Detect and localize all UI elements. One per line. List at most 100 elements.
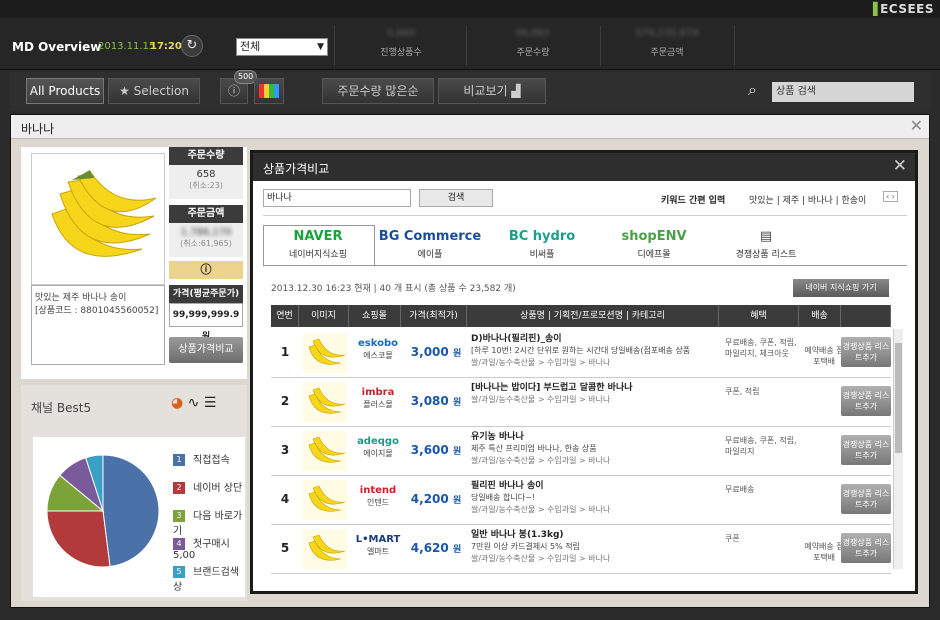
product-info[interactable]: 필리핀 바나나 송이 당일배송 합니다~! 쌀/과일/농수축산물 > 수입과일 > …	[471, 480, 719, 516]
price-cell: 4,200 원	[405, 492, 467, 506]
shop-logo: intend	[359, 485, 397, 496]
price-value: 3,080	[410, 394, 449, 408]
table-row[interactable]: 5 L•MART 엘마트 4,620 원 일반 바나나 봉(1.3kg) 7만원 이상 카…	[271, 525, 891, 574]
keyword-quick-list[interactable]: 맛있는 | 제주 | 바나나 | 한송이	[749, 193, 866, 206]
close-icon[interactable]: ✕	[893, 156, 907, 176]
refresh-button[interactable]: ↻	[181, 35, 203, 57]
brand-name: ECSEES	[880, 2, 934, 16]
panel-title: 바나나	[21, 122, 55, 136]
product-info[interactable]: [바나나는 밥이다] 부드럽고 달콤한 바나나 쌀/과일/농수축산물 > 수입과일…	[471, 382, 719, 406]
shop-logo: adeqgo	[357, 436, 399, 447]
search-input[interactable]: 상품 검색	[772, 82, 914, 102]
benefit-cell: 무료배송	[725, 485, 755, 494]
top-strip: ▐ ECSEES	[0, 0, 940, 18]
legend-swatch: 2	[173, 482, 185, 494]
legend-item: 2 네이버 상단	[173, 479, 242, 494]
naver-shopping-button[interactable]: 네이버 지식쇼핑 가기	[793, 279, 889, 297]
sort-button[interactable]: 주문수량 많은순	[322, 78, 434, 104]
pie-slice[interactable]	[46, 510, 111, 568]
price-cell: 4,620 원	[405, 541, 467, 555]
scope-select[interactable]: 전체 ▼	[236, 38, 328, 56]
tab-selection[interactable]: ★ Selection	[108, 78, 200, 104]
tab-shop-0[interactable]: NAVER 네이버지식쇼핑	[263, 227, 373, 265]
stat-order-qty: 96,881 주문수량	[515, 28, 551, 58]
shop-logo: shopENV	[621, 229, 687, 244]
product-thumbnail[interactable]	[303, 382, 347, 422]
stat-products: 5,660 진행상품수	[380, 28, 422, 58]
product-thumbnail[interactable]	[303, 480, 347, 520]
shop-logo: eskobo	[357, 338, 398, 349]
shop-logo: L•MART	[355, 534, 401, 545]
keyword-input[interactable]: 바나나	[263, 189, 411, 207]
product-thumbnail[interactable]	[303, 431, 347, 471]
bar-chart-icon: ▟	[511, 84, 521, 98]
price-compare-button[interactable]: 상품가격비교	[169, 337, 243, 363]
product-name: 일반 바나나 봉(1.3kg)	[471, 530, 564, 540]
warning-icon[interactable]: ⓘ	[169, 261, 243, 279]
product-description: 맛있는 제주 바나나 송이 [상품코드 : 8801045560052]	[31, 285, 165, 365]
product-name: 유기농 바나나	[471, 432, 524, 442]
legend-swatch: 4	[173, 538, 185, 550]
benefit-cell: 무료배송, 쿠폰, 적립, 마일리지, 체크아웃	[725, 338, 797, 358]
promo-text: 당일배송 합니다~!	[471, 493, 535, 502]
shop-name: 에스코몰	[363, 351, 393, 360]
best5-title: 채널 Best5	[31, 401, 92, 415]
add-competitor-button[interactable]: 경쟁상품 리스트추가	[841, 435, 891, 465]
shop-cell: intend 인텐드	[355, 484, 401, 508]
price-value: 3,000	[410, 345, 449, 359]
promo-text: 7만원 이상 카드결제시 5% 적립	[471, 542, 580, 551]
divider	[734, 26, 735, 66]
table-row[interactable]: 3 adeqgo 에이지몰 3,600 원 유기농 바나나 제주 특산 프리미엄 바나나,…	[271, 427, 891, 476]
category-path: 쌀/과일/농수축산물 > 수입과일 > 바나나	[471, 358, 611, 367]
category-path: 쌀/과일/농수축산물 > 수입과일 > 바나나	[471, 395, 611, 404]
tab-label: 네이버지식쇼핑	[289, 250, 347, 260]
scrollbar[interactable]	[893, 329, 903, 569]
price-value: 4,620	[410, 541, 449, 555]
shop-name: 엘마트	[366, 547, 390, 556]
avg-price-label: 가격(평균주문가)	[169, 285, 243, 303]
add-competitor-button[interactable]: 경쟁상품 리스트추가	[841, 533, 891, 563]
brand-logo: ▐ ECSEES	[868, 2, 934, 16]
scroll-thumb[interactable]	[895, 343, 902, 453]
banana-image	[308, 387, 346, 414]
product-info[interactable]: 유기농 바나나 제주 특산 프리미엄 바나나, 한송 상품 쌀/과일/농수축산물 >…	[471, 431, 719, 467]
product-info[interactable]: D)바나나(필리핀)_송이 [하루 10번! 2시간 단위로 원하는 시간대 당일…	[471, 333, 719, 369]
divider	[466, 26, 467, 66]
product-thumbnail[interactable]	[303, 529, 347, 569]
toolbar: All Products ★ Selection ⓘ 500 주문수량 많은순 …	[10, 70, 930, 110]
promo-text: 제주 특산 프리미엄 바나나, 한송 상품	[471, 444, 597, 453]
divider	[600, 26, 601, 66]
banana-image	[51, 170, 157, 257]
price-value: 3,600	[410, 443, 449, 457]
tab-shop-3[interactable]: shopENV 디에프몰	[599, 227, 709, 265]
pie-chart-icon[interactable]: ◕	[171, 395, 183, 411]
pie-slice[interactable]	[102, 454, 160, 568]
line-chart-icon[interactable]: ∿	[188, 395, 200, 411]
price-value: 4,200	[410, 492, 449, 506]
add-competitor-button[interactable]: 경쟁상품 리스트추가	[841, 484, 891, 514]
column-header: 가격(최적가)	[401, 305, 467, 327]
search-button[interactable]: 검색	[419, 189, 493, 207]
product-thumbnail[interactable]	[303, 333, 347, 373]
tab-shop-2[interactable]: BC hydro 비써플	[487, 227, 597, 265]
close-icon[interactable]: ✕	[910, 116, 923, 135]
tab-all-products[interactable]: All Products	[26, 78, 104, 104]
legend-label: 네이버 상단	[193, 483, 243, 494]
tab-shop-1[interactable]: BG Commerce 에이플	[375, 227, 485, 265]
product-info[interactable]: 일반 바나나 봉(1.3kg) 7만원 이상 카드결제시 5% 적립 쌀/과일/농수…	[471, 529, 719, 565]
color-palette-button[interactable]	[254, 78, 284, 104]
header-time: 17:20	[150, 41, 182, 52]
panel-header: 바나나 ✕	[11, 115, 929, 139]
add-competitor-button[interactable]: 경쟁상품 리스트추가	[841, 337, 891, 367]
table-header: 연번 이미지 쇼핑몰 가격(최적가) 상품명 | 기획전/프로모션명 | 카테고리 혜택 배…	[271, 305, 891, 327]
list-icon[interactable]: ☰	[204, 395, 217, 411]
table-row[interactable]: 1 eskobo 에스코몰 3,000 원 D)바나나(필리핀)_송이 [하루 10번! …	[271, 329, 891, 378]
keyword-nav-arrows[interactable]: ‹ ›	[883, 191, 898, 202]
header-date: 2013.11.15	[98, 41, 156, 52]
legend-item: 5 브랜드검색 상	[173, 563, 247, 593]
table-row[interactable]: 2 imbra 플러스몰 3,080 원 [바나나는 밥이다] 부드럽고 달콤한 바나나…	[271, 378, 891, 427]
compare-view-button[interactable]: 비교보기 ▟	[438, 78, 546, 104]
tab-shop-4[interactable]: ▤ 경쟁상품 리스트	[711, 227, 821, 265]
add-competitor-button[interactable]: 경쟁상품 리스트추가	[841, 386, 891, 416]
table-row[interactable]: 4 intend 인텐드 4,200 원 필리핀 바나나 송이 당일배송 합니다~! 쌀/과…	[271, 476, 891, 525]
